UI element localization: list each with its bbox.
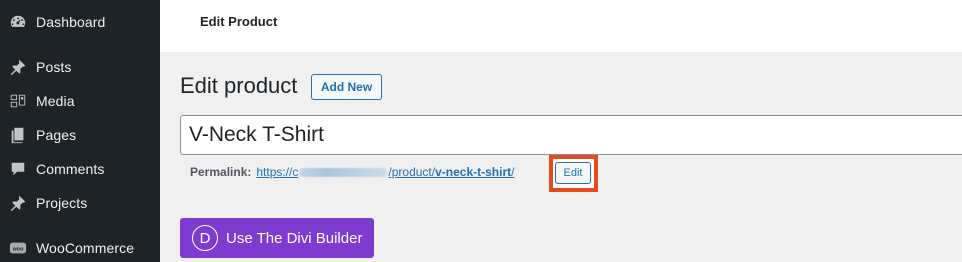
woo-icon: woo — [8, 238, 28, 258]
product-title-input[interactable] — [180, 115, 962, 155]
pages-icon — [8, 125, 28, 145]
comment-icon — [8, 159, 28, 179]
sidebar-item-dashboard[interactable]: Dashboard — [0, 7, 160, 37]
permalink-row: Permalink: https://c /product/ v-neck-t-… — [190, 164, 514, 180]
sidebar-item-comments[interactable]: Comments — [0, 154, 160, 184]
permalink-link[interactable]: https://c /product/ v-neck-t-shirt / — [256, 165, 514, 179]
permalink-url-middle: /product/ — [388, 165, 436, 179]
divi-logo-icon: D — [192, 225, 218, 251]
sidebar-item-label: Projects — [36, 195, 88, 211]
wp-admin-screen: Dashboard Posts Media Pages Comments Pro… — [0, 0, 962, 262]
sidebar-item-label: Media — [36, 93, 75, 109]
sidebar-item-pages[interactable]: Pages — [0, 120, 160, 150]
dashboard-icon — [8, 12, 28, 32]
svg-text:woo: woo — [12, 246, 24, 252]
media-icon — [8, 91, 28, 111]
divi-builder-button[interactable]: D Use The Divi Builder — [180, 218, 374, 258]
edit-permalink-button[interactable]: Edit — [555, 162, 591, 184]
sidebar-item-label: WooCommerce — [36, 240, 135, 256]
add-new-button[interactable]: Add New — [311, 74, 382, 100]
sidebar-item-woocommerce[interactable]: woo WooCommerce — [0, 233, 160, 262]
divi-builder-label: Use The Divi Builder — [226, 229, 363, 247]
pin-icon — [8, 57, 28, 77]
admin-sidebar: Dashboard Posts Media Pages Comments Pro… — [0, 0, 160, 262]
sidebar-item-posts[interactable]: Posts — [0, 52, 160, 82]
sidebar-item-label: Comments — [36, 161, 105, 177]
permalink-label: Permalink: — [190, 165, 252, 179]
top-header: Edit Product — [160, 0, 962, 52]
sidebar-item-label: Posts — [36, 59, 72, 75]
permalink-slug: v-neck-t-shirt — [435, 165, 512, 179]
sidebar-item-media[interactable]: Media — [0, 86, 160, 116]
redacted-domain — [299, 167, 388, 177]
page-title: Edit product — [180, 73, 298, 98]
permalink-url-suffix: / — [511, 165, 515, 179]
sidebar-item-label: Pages — [36, 127, 77, 143]
sidebar-item-label: Dashboard — [36, 14, 106, 30]
pin-icon — [8, 193, 28, 213]
permalink-url-prefix: https://c — [256, 165, 299, 179]
header-title: Edit Product — [200, 14, 278, 29]
sidebar-item-projects[interactable]: Projects — [0, 188, 160, 218]
